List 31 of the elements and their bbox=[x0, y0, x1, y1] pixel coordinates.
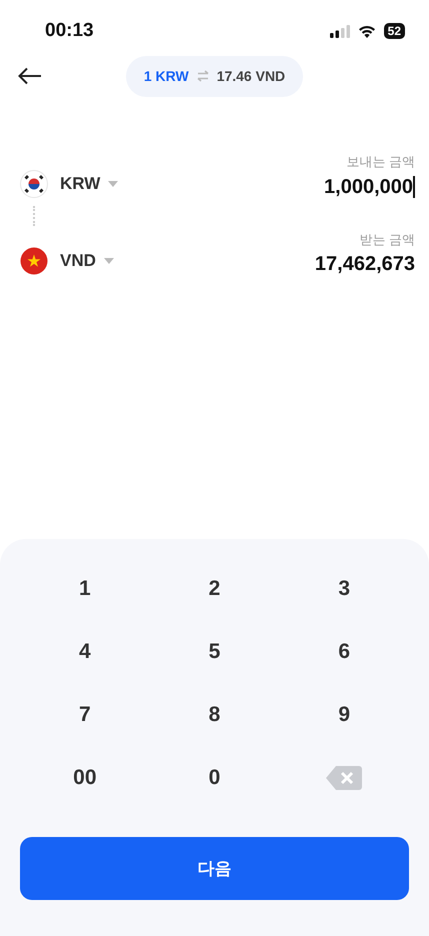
keypad-key[interactable]: 4 bbox=[20, 620, 150, 683]
flag-icon bbox=[20, 247, 48, 275]
currency-selector[interactable]: VND bbox=[20, 247, 114, 275]
battery-level: 52 bbox=[384, 23, 405, 39]
rate-to-text: 17.46 VND bbox=[216, 66, 286, 86]
keypad-key[interactable]: 00 bbox=[20, 746, 150, 809]
signal-icon bbox=[330, 24, 350, 38]
keypad-key[interactable]: 1 bbox=[20, 557, 150, 620]
keypad-key[interactable]: 7 bbox=[20, 683, 150, 746]
keypad-key[interactable]: 0 bbox=[150, 746, 280, 809]
keypad-key[interactable]: 6 bbox=[279, 620, 409, 683]
amount-label: 받는 금액 bbox=[359, 230, 415, 248]
rate-from-text: 1 KRW bbox=[144, 66, 189, 86]
keypad-key[interactable]: 2 bbox=[150, 557, 280, 620]
keypad-key[interactable]: 8 bbox=[150, 683, 280, 746]
next-button[interactable]: 다음 bbox=[20, 837, 409, 900]
flag-icon bbox=[20, 170, 48, 198]
wifi-icon bbox=[358, 24, 376, 38]
status-time: 00:13 bbox=[45, 18, 94, 43]
amount-label: 보내는 금액 bbox=[346, 153, 415, 171]
exchange-rate-pill[interactable]: 1 KRW 17.46 VND bbox=[126, 56, 304, 96]
keypad-key[interactable]: 5 bbox=[150, 620, 280, 683]
currency-selector[interactable]: KRW bbox=[20, 170, 118, 198]
amount-value: 17,462,673 bbox=[314, 252, 415, 277]
swap-icon bbox=[196, 70, 209, 82]
dropdown-caret-icon bbox=[104, 258, 114, 264]
keypad-key[interactable]: 9 bbox=[279, 683, 409, 746]
dropdown-caret-icon bbox=[108, 180, 118, 186]
amount-field[interactable]: 1,000,000 bbox=[324, 172, 415, 202]
keypad-key[interactable]: 3 bbox=[279, 557, 409, 620]
backspace-icon bbox=[326, 766, 362, 790]
